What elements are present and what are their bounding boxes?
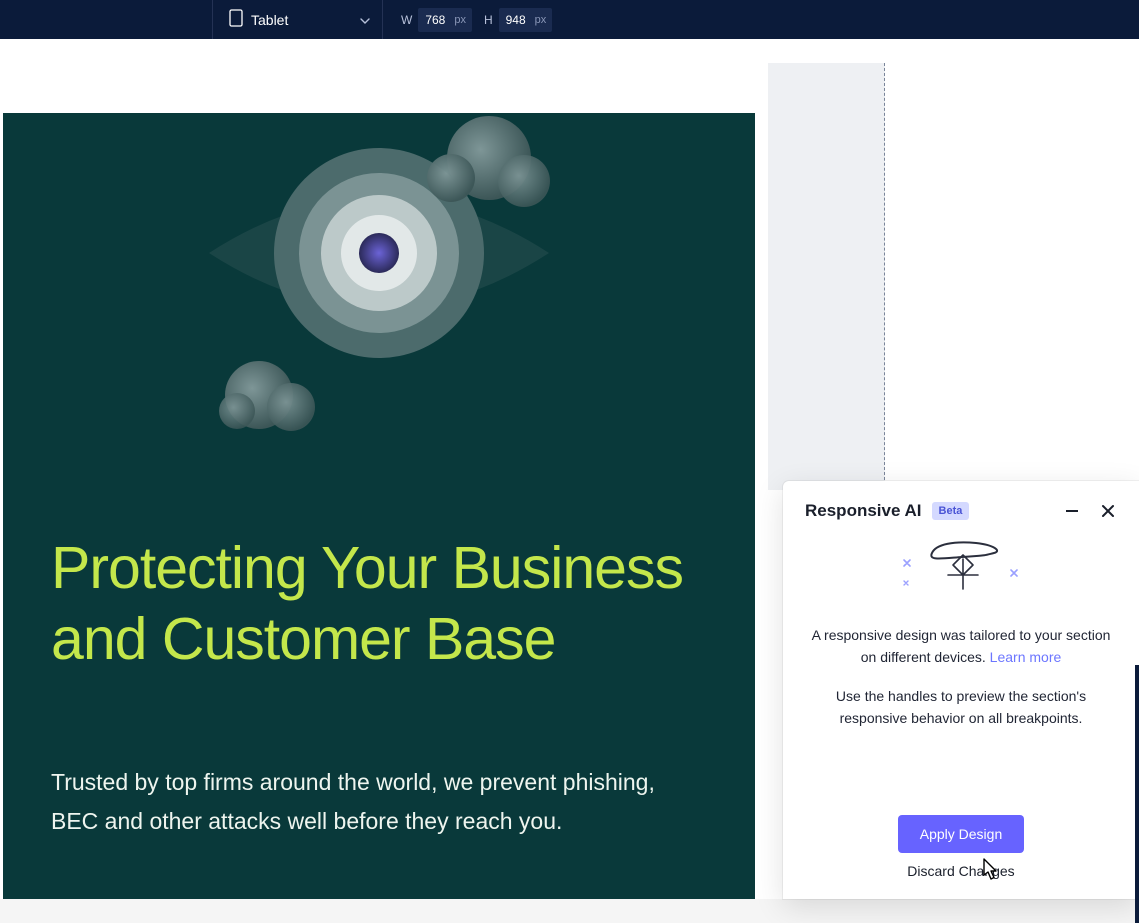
height-unit: px xyxy=(535,14,547,26)
height-label: H xyxy=(484,13,493,27)
width-value: 768 xyxy=(424,13,446,27)
device-selector[interactable]: Tablet xyxy=(223,0,383,39)
responsive-toolbar: Tablet W 768 px H 948 px xyxy=(0,0,1139,39)
canvas-extra-space xyxy=(768,63,885,490)
hero-illustration xyxy=(3,113,755,543)
width-input[interactable]: 768 px xyxy=(418,8,472,32)
panel-header: Responsive AI Beta xyxy=(805,501,1117,521)
editor-stage: Protecting Your Business and Customer Ba… xyxy=(0,39,1139,899)
width-label: W xyxy=(401,13,412,27)
minimize-icon[interactable] xyxy=(1063,502,1081,520)
hero-title: Protecting Your Business and Customer Ba… xyxy=(51,533,695,675)
panel-scroll-indicator xyxy=(1135,665,1139,923)
hero-section: Protecting Your Business and Customer Ba… xyxy=(3,113,755,899)
panel-text-1: A responsive design was tailored to your… xyxy=(812,627,1111,665)
preview-content: Protecting Your Business and Customer Ba… xyxy=(3,63,755,899)
panel-paragraph-1: A responsive design was tailored to your… xyxy=(805,625,1117,668)
height-value: 948 xyxy=(505,13,527,27)
width-unit: px xyxy=(454,14,466,26)
preview-canvas[interactable]: Protecting Your Business and Customer Ba… xyxy=(3,63,755,899)
apply-design-button[interactable]: Apply Design xyxy=(898,815,1025,853)
divider xyxy=(212,0,213,39)
beta-badge: Beta xyxy=(932,502,970,520)
close-icon[interactable] xyxy=(1099,502,1117,520)
panel-title: Responsive AI xyxy=(805,501,922,521)
chevron-down-icon xyxy=(360,12,370,27)
hero-subtitle: Trusted by top firms around the world, w… xyxy=(51,763,655,841)
tablet-icon xyxy=(229,9,243,30)
learn-more-link[interactable]: Learn more xyxy=(990,649,1062,665)
discard-changes-button[interactable]: Discard Changes xyxy=(907,863,1014,879)
panel-actions: Apply Design Discard Changes xyxy=(805,815,1117,883)
responsive-ai-panel: Responsive AI Beta A responsive design w… xyxy=(783,481,1139,899)
height-input[interactable]: 948 px xyxy=(499,8,553,32)
panel-paragraph-2: Use the handles to preview the section's… xyxy=(805,686,1117,729)
device-label: Tablet xyxy=(251,12,352,28)
panel-illustration xyxy=(805,533,1117,611)
